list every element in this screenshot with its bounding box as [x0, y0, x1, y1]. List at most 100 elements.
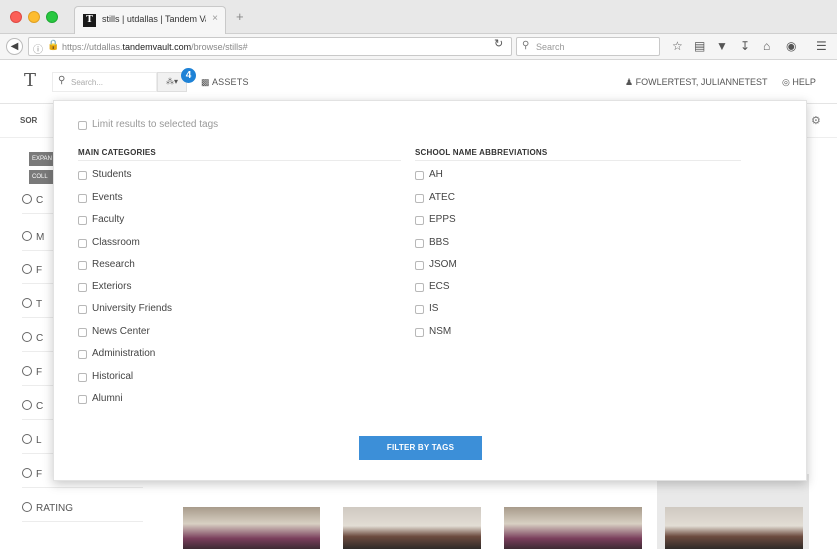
category-checkbox-alumni[interactable] — [78, 395, 87, 404]
category-label-university-friends[interactable]: University Friends — [92, 303, 172, 314]
category-label-faculty[interactable]: Faculty — [92, 214, 124, 225]
category-checkbox-administration[interactable] — [78, 350, 87, 359]
category-checkbox-news-center[interactable] — [78, 328, 87, 337]
school-label-atec[interactable]: ATEC — [429, 192, 455, 203]
main-categories-heading: MAIN CATEGORIES — [78, 148, 156, 157]
asset-thumbnail[interactable] — [343, 507, 481, 549]
sidebar-facet-label: RATING — [36, 503, 74, 514]
category-label-students[interactable]: Students — [92, 169, 131, 180]
url-path: /browse/stills# — [191, 42, 248, 52]
sidebar-facet-label: M — [36, 232, 45, 243]
category-checkbox-events[interactable] — [78, 194, 87, 203]
back-arrow-icon[interactable]: ◀ — [6, 38, 23, 55]
browser-tab[interactable]: T stills | utdallas | Tandem Va... × — [74, 6, 226, 34]
category-label-research[interactable]: Research — [92, 259, 135, 270]
category-label-historical[interactable]: Historical — [92, 371, 133, 382]
search-input[interactable] — [71, 75, 153, 89]
help-label: HELP — [792, 77, 816, 87]
category-checkbox-research[interactable] — [78, 261, 87, 270]
limit-results-checkbox[interactable] — [78, 121, 87, 130]
category-checkbox-historical[interactable] — [78, 373, 87, 382]
browser-search-bar[interactable]: ⚲ Search — [516, 37, 660, 56]
reload-icon[interactable]: ↻ — [494, 37, 503, 50]
close-window-button[interactable] — [10, 11, 22, 23]
briefcase-icon: ▩ — [201, 77, 210, 87]
user-menu[interactable]: ♟ FOWLERTEST, JULIANNETEST — [625, 77, 767, 88]
school-label-is[interactable]: IS — [429, 303, 438, 314]
plus-circle-icon — [22, 298, 32, 309]
tab-close-icon[interactable]: × — [212, 13, 218, 24]
school-label-nsm[interactable]: NSM — [429, 326, 451, 337]
new-tab-button[interactable]: + — [236, 10, 244, 23]
maximize-window-button[interactable] — [46, 11, 58, 23]
sidebar-facet-label: L — [36, 435, 42, 446]
school-checkbox-jsom[interactable] — [415, 261, 424, 270]
download-icon[interactable]: ↧ — [740, 39, 750, 53]
asset-thumbnail[interactable] — [665, 507, 803, 549]
sidebar-facet-label: T — [36, 299, 43, 310]
category-label-news-center[interactable]: News Center — [92, 326, 150, 337]
category-label-exteriors[interactable]: Exteriors — [92, 281, 131, 292]
category-label-classroom[interactable]: Classroom — [92, 237, 140, 248]
asset-thumbnail[interactable] — [183, 507, 320, 549]
plus-circle-icon — [22, 468, 32, 479]
gear-icon[interactable]: ⚙ — [811, 114, 821, 127]
help-link[interactable]: ◎ HELP — [782, 77, 816, 88]
lifebuoy-icon: ◎ — [782, 77, 790, 87]
minimize-window-button[interactable] — [28, 11, 40, 23]
sidebar-facet-label: C — [36, 401, 44, 412]
browser-nav-bar: ◀ ⓘ 🔒 https://utdallas.tandemvault.com/b… — [0, 34, 837, 60]
school-checkbox-ecs[interactable] — [415, 283, 424, 292]
sidebar-facet-label: F — [36, 367, 43, 378]
plus-circle-icon — [22, 366, 32, 377]
chat-icon[interactable]: ◉ — [786, 39, 796, 53]
school-checkbox-is[interactable] — [415, 305, 424, 314]
plus-circle-icon — [22, 194, 32, 205]
assets-link[interactable]: ▩ ASSETS — [201, 77, 249, 88]
user-name: FOWLERTEST, JULIANNETEST — [635, 77, 768, 87]
category-label-administration[interactable]: Administration — [92, 348, 155, 359]
category-label-events[interactable]: Events — [92, 192, 123, 203]
plus-circle-icon — [22, 400, 32, 411]
asset-thumbnail[interactable] — [504, 507, 642, 549]
sidebar-facet-label: F — [36, 265, 43, 276]
app-search-box[interactable]: ⚲ — [52, 72, 157, 92]
category-checkbox-exteriors[interactable] — [78, 283, 87, 292]
url-bar[interactable]: ⓘ 🔒 https://utdallas.tandemvault.com/bro… — [28, 37, 512, 56]
sidebar-facet-label: C — [36, 333, 44, 344]
tandem-logo[interactable]: T — [24, 70, 36, 91]
search-icon: ⚲ — [522, 40, 530, 51]
school-checkbox-ah[interactable] — [415, 171, 424, 180]
sidebar-facet-rating[interactable]: RATING — [22, 500, 143, 522]
school-label-jsom[interactable]: JSOM — [429, 259, 457, 270]
school-label-bbs[interactable]: BBS — [429, 237, 449, 248]
school-checkbox-nsm[interactable] — [415, 328, 424, 337]
filter-by-tags-button[interactable]: FILTER BY TAGS — [359, 436, 482, 460]
limit-results-label[interactable]: Limit results to selected tags — [92, 119, 218, 130]
tandem-favicon-icon: T — [83, 14, 96, 27]
school-checkbox-epps[interactable] — [415, 216, 424, 225]
school-label-epps[interactable]: EPPS — [429, 214, 456, 225]
category-checkbox-students[interactable] — [78, 171, 87, 180]
school-checkbox-atec[interactable] — [415, 194, 424, 203]
bookmark-star-icon[interactable]: ☆ — [672, 39, 683, 53]
home-icon[interactable]: ⌂ — [763, 39, 770, 53]
user-icon: ♟ — [625, 77, 634, 87]
category-checkbox-university-friends[interactable] — [78, 305, 87, 314]
category-checkbox-faculty[interactable] — [78, 216, 87, 225]
school-label-ah[interactable]: AH — [429, 169, 443, 180]
info-icon[interactable]: ⓘ — [33, 41, 43, 56]
plus-circle-icon — [22, 502, 32, 513]
reading-list-icon[interactable]: ▤ — [694, 39, 705, 53]
school-label-ecs[interactable]: ECS — [429, 281, 450, 292]
tag-filter-panel: Limit results to selected tags MAIN CATE… — [53, 100, 807, 481]
plus-circle-icon — [22, 231, 32, 242]
sort-label[interactable]: SOR — [20, 116, 37, 125]
menu-icon[interactable]: ☰ — [816, 39, 827, 53]
pocket-icon[interactable]: ▼ — [716, 39, 728, 53]
category-checkbox-classroom[interactable] — [78, 239, 87, 248]
school-checkbox-bbs[interactable] — [415, 239, 424, 248]
plus-circle-icon — [22, 332, 32, 343]
category-label-alumni[interactable]: Alumni — [92, 393, 123, 404]
app-header: T ⚲ ⁂▾ 4 ▩ ASSETS ♟ FOWLERTEST, JULIANNE… — [0, 60, 837, 104]
